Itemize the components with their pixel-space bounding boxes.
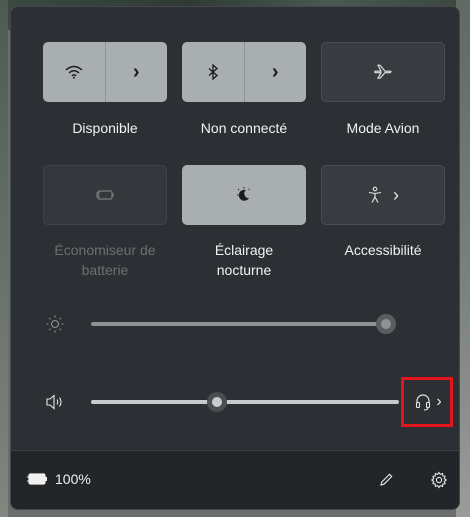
battery-saver-label-line1: Économiseur de bbox=[54, 242, 156, 258]
battery-saver-icon bbox=[96, 190, 114, 200]
wifi-tile[interactable]: › bbox=[43, 42, 167, 102]
bluetooth-expand-button[interactable]: › bbox=[244, 42, 306, 102]
pencil-icon bbox=[380, 473, 393, 486]
night-light-label-line1: Éclairage bbox=[214, 242, 274, 258]
wifi-expand-button[interactable]: › bbox=[105, 42, 167, 102]
volume-track-filled[interactable] bbox=[91, 400, 219, 404]
brightness-icon bbox=[46, 315, 64, 333]
airplane-mode-label: Mode Avion bbox=[346, 120, 420, 136]
bluetooth-icon bbox=[208, 64, 218, 80]
quick-settings-panel: › › Disponible Non connecté Mode Avion ›… bbox=[10, 6, 460, 510]
night-light-tile[interactable] bbox=[182, 165, 306, 225]
chevron-right-icon: › bbox=[393, 184, 399, 205]
edit-quick-settings-button[interactable] bbox=[371, 465, 401, 495]
brightness-track[interactable] bbox=[91, 322, 387, 326]
night-light-label: Éclairage nocturne bbox=[176, 240, 312, 280]
battery-charging-icon bbox=[27, 473, 47, 485]
battery-percent[interactable]: 100% bbox=[55, 471, 91, 487]
battery-saver-label-line2: batterie bbox=[81, 262, 129, 278]
battery-saver-tile[interactable] bbox=[43, 165, 167, 225]
speaker-icon bbox=[46, 394, 62, 410]
brightness-slider-thumb[interactable] bbox=[376, 314, 396, 334]
battery-saver-label: Économiseur de batterie bbox=[37, 240, 173, 280]
chevron-right-icon: › bbox=[132, 60, 140, 83]
wifi-icon bbox=[65, 65, 83, 79]
settings-button[interactable] bbox=[424, 465, 454, 495]
gear-icon bbox=[430, 471, 448, 489]
airplane-icon bbox=[374, 64, 392, 79]
highlight-box bbox=[401, 377, 453, 427]
accessibility-label: Accessibilité bbox=[344, 242, 422, 258]
wifi-toggle[interactable] bbox=[43, 42, 105, 102]
night-light-icon bbox=[237, 187, 250, 201]
bluetooth-toggle[interactable] bbox=[182, 42, 244, 102]
quick-settings-footer: 100% bbox=[11, 450, 459, 509]
chevron-right-icon: › bbox=[271, 60, 279, 83]
airplane-mode-tile[interactable] bbox=[321, 42, 445, 102]
volume-slider-thumb[interactable] bbox=[207, 392, 227, 412]
volume-track-remaining[interactable] bbox=[219, 400, 399, 404]
bluetooth-label: Non connecté bbox=[200, 120, 288, 136]
volume-slider-row: › bbox=[11, 387, 459, 417]
night-light-label-line2: nocturne bbox=[216, 262, 272, 278]
accessibility-tile[interactable]: › bbox=[321, 165, 445, 225]
wifi-label: Disponible bbox=[72, 120, 138, 136]
accessibility-icon bbox=[368, 186, 382, 203]
brightness-slider-row bbox=[11, 309, 459, 339]
bluetooth-tile[interactable]: › bbox=[182, 42, 306, 102]
